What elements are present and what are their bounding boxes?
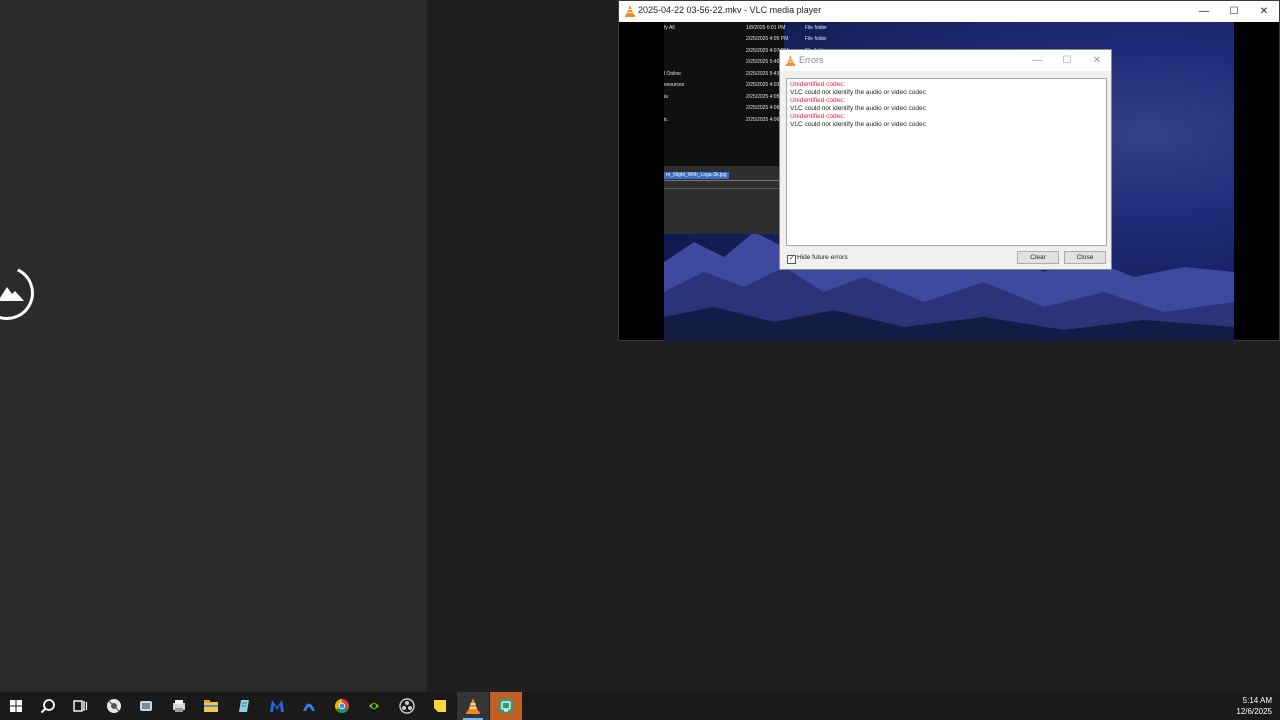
minimize-button[interactable]: — <box>1022 50 1052 71</box>
nvidia-icon <box>367 701 381 711</box>
taskbar-app[interactable] <box>391 692 423 720</box>
desktop: 2025-04-22 03-56-22.mkv - VLC media play… <box>0 0 1280 692</box>
divider <box>664 180 784 181</box>
taskbar-app[interactable] <box>261 692 293 720</box>
steam-icon <box>107 699 121 713</box>
task-view-icon <box>73 700 88 712</box>
close-button[interactable]: ✕ <box>1249 1 1279 22</box>
vlc-cone-icon <box>625 5 635 17</box>
taskbar-app[interactable] <box>293 692 325 720</box>
windows-start-icon <box>10 700 22 712</box>
close-dialog-button[interactable]: Close <box>1064 251 1106 264</box>
maximize-button[interactable]: ☐ <box>1219 1 1249 22</box>
error-log-text-area[interactable]: Unidentified codec: VLC could not identi… <box>786 78 1107 246</box>
hide-future-errors-checkbox[interactable]: ✓ <box>787 255 796 264</box>
log-error-message: VLC could not identify the audio or vide… <box>790 89 926 96</box>
explorer-row: fy All 1/8/2025 6:01 PM File folder <box>664 25 827 31</box>
notepad-icon <box>239 700 249 712</box>
taskbar-app[interactable] <box>130 692 162 720</box>
taskbar-app[interactable] <box>163 692 195 720</box>
errors-dialog[interactable]: Errors — ☐ ✕ Unidentified codec: VLC cou… <box>779 49 1112 270</box>
printer-app-icon <box>173 700 185 712</box>
log-error-message: VLC could not identify the audio or vide… <box>790 121 926 128</box>
clock-time: 5:14 AM <box>1242 696 1272 705</box>
taskbar-app[interactable] <box>490 692 522 720</box>
app-icon <box>140 701 152 711</box>
photos-app-pane <box>0 0 427 692</box>
taskbar-app[interactable] <box>358 692 390 720</box>
log-error-heading: Unidentified codec: <box>790 97 846 104</box>
search-button[interactable] <box>32 692 64 720</box>
file-explorer-icon <box>204 700 218 712</box>
malwarebytes-icon <box>270 700 284 712</box>
vlc-cone-icon <box>786 55 795 66</box>
search-icon <box>40 699 55 714</box>
vlc-icon <box>466 698 480 714</box>
taskbar-app[interactable] <box>195 692 227 720</box>
screen-capture-icon <box>499 699 513 713</box>
system-clock[interactable]: 5:14 AM 12/6/2025 <box>1236 695 1272 717</box>
taskbar-app[interactable] <box>98 692 130 720</box>
maximize-button[interactable]: ☐ <box>1052 50 1082 71</box>
errors-titlebar[interactable]: Errors — ☐ ✕ <box>780 50 1111 71</box>
window-title: 2025-04-22 03-56-22.mkv - VLC media play… <box>638 5 822 15</box>
loading-spinner <box>0 258 42 328</box>
dialog-title: Errors <box>799 55 824 65</box>
divider <box>664 188 784 189</box>
close-button[interactable]: ✕ <box>1082 50 1112 71</box>
taskbar: 5:14 AM 12/6/2025 <box>0 692 1280 720</box>
file-explorer-capture: fy All 1/8/2025 6:01 PM File folder 2/25/2… <box>664 22 827 234</box>
clear-button[interactable]: Clear <box>1017 251 1059 264</box>
hide-future-errors-label: Hide future errors <box>797 254 848 261</box>
taskbar-app-vlc[interactable] <box>457 692 489 720</box>
obs-icon <box>399 698 415 714</box>
task-view-button[interactable] <box>64 692 96 720</box>
vpn-icon <box>303 703 315 711</box>
taskbar-app[interactable] <box>326 692 358 720</box>
log-error-message: VLC could not identify the audio or vide… <box>790 105 926 112</box>
chrome-icon <box>335 699 349 713</box>
vlc-titlebar[interactable]: 2025-04-22 03-56-22.mkv - VLC media play… <box>619 1 1279 22</box>
explorer-selected-file: re_Night_With_Lega-2k.jpg <box>664 172 729 179</box>
minimize-button[interactable]: — <box>1189 1 1219 22</box>
image-placeholder-icon <box>0 287 24 301</box>
taskbar-app[interactable] <box>228 692 260 720</box>
start-button[interactable] <box>0 692 32 720</box>
clock-date: 12/6/2025 <box>1236 707 1272 716</box>
log-error-heading: Unidentified codec: <box>790 113 846 120</box>
log-error-heading: Unidentified codec: <box>790 81 846 88</box>
sticky-notes-icon <box>434 700 446 712</box>
explorer-row: 2/25/2025 4:05 PM File folder <box>746 36 827 42</box>
taskbar-app[interactable] <box>424 692 456 720</box>
